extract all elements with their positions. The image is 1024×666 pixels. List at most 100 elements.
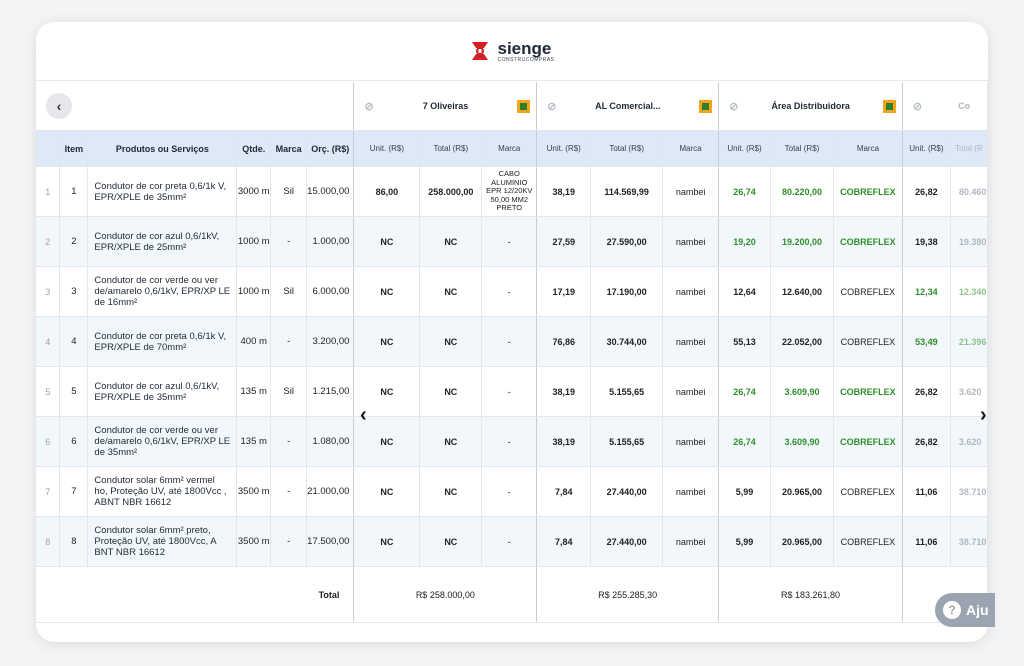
- eye-off-icon[interactable]: ⊘: [729, 100, 738, 113]
- supplier-total-price: 30.744,00: [590, 316, 664, 367]
- budget-value: 21.000,00: [306, 466, 355, 517]
- supplier-unit-price[interactable]: 38,19: [536, 366, 592, 417]
- supplier-brand: nambei: [662, 366, 720, 417]
- supplier-unit-price[interactable]: 11,06: [902, 516, 951, 567]
- supplier-total: R$ 255.285,30: [536, 566, 720, 623]
- supplier-total-price: 5.155,65: [590, 416, 664, 467]
- excel-export-icon[interactable]: [517, 99, 531, 113]
- table-row: 8 8 Condutor solar 6mm² preto, Proteção UV…: [36, 516, 988, 567]
- supplier-unit-price[interactable]: 53,49: [902, 316, 951, 367]
- totals-label: Total: [36, 566, 355, 623]
- supplier-brand: COBREFLEX: [833, 366, 903, 417]
- supplier-total-price: NC: [419, 416, 483, 467]
- col-header-supplier-marca: Marca: [833, 130, 903, 167]
- supplier-unit-price[interactable]: 7,84: [536, 516, 592, 567]
- item-number: 8: [59, 516, 89, 567]
- brand: -: [270, 316, 308, 367]
- scroll-left-arrow[interactable]: ‹: [360, 404, 367, 427]
- supplier-total-price: NC: [419, 216, 483, 267]
- col-header-unit: Unit. (R$): [353, 130, 421, 167]
- excel-export-icon[interactable]: [882, 99, 896, 113]
- supplier-unit-price[interactable]: NC: [353, 466, 421, 517]
- product-description: Condutor de cor preta 0,6/1k V, EPR/XPLE…: [87, 166, 238, 217]
- supplier-unit-price[interactable]: 76,86: [536, 316, 592, 367]
- item-number: 5: [59, 366, 89, 417]
- col-header-unit: Unit. (R$): [536, 130, 592, 167]
- supplier-unit-price[interactable]: 12,64: [718, 266, 771, 317]
- supplier-unit-price[interactable]: 11,06: [902, 466, 951, 517]
- supplier-name: Área Distribuidora: [771, 101, 850, 111]
- table-row: 4 4 Condutor de cor preta 0,6/1k V, EPR/XP…: [36, 316, 988, 367]
- supplier-unit-price[interactable]: 12,34: [902, 266, 951, 317]
- eye-off-icon[interactable]: ⊘: [547, 100, 556, 113]
- supplier-brand: COBREFLEX: [833, 316, 903, 367]
- supplier-unit-price[interactable]: 26,82: [902, 416, 951, 467]
- quantity: 3500 m: [236, 516, 272, 567]
- supplier-brand: nambei: [662, 466, 720, 517]
- supplier-unit-price[interactable]: 5,99: [718, 516, 771, 567]
- budget-value: 15.000,00: [306, 166, 355, 217]
- supplier-unit-price[interactable]: 17,19: [536, 266, 592, 317]
- item-number: 6: [59, 416, 89, 467]
- supplier-header-row: ‹ ⊘ 7 Oliveiras ⊘ AL Comercial... ⊘ Área…: [36, 82, 988, 131]
- product-description: Condutor de cor verde ou ver de/amarelo …: [87, 416, 238, 467]
- supplier-brand: COBREFLEX: [833, 416, 903, 467]
- supplier-total: R$ 183.261,80: [718, 566, 903, 623]
- supplier-total-price: 19.200,00: [770, 216, 834, 267]
- supplier-total-price: NC: [419, 266, 483, 317]
- quantity: 3000 m: [236, 166, 272, 217]
- col-header-rownum: [36, 130, 61, 167]
- supplier-unit-price[interactable]: NC: [353, 266, 421, 317]
- supplier-unit-price[interactable]: 38,19: [536, 416, 592, 467]
- help-button[interactable]: ? Aju: [935, 593, 995, 627]
- supplier-unit-price[interactable]: 38,19: [536, 166, 592, 217]
- back-button[interactable]: ‹: [46, 93, 72, 119]
- supplier-total-price: 12.340: [950, 266, 988, 317]
- col-header-unit: Unit. (R$): [718, 130, 771, 167]
- supplier-total-price: 20.965,00: [770, 466, 834, 517]
- supplier-total-price: 114.569,99: [590, 166, 664, 217]
- supplier-unit-price[interactable]: 26,74: [718, 416, 771, 467]
- eye-off-icon[interactable]: ⊘: [913, 100, 922, 113]
- col-header-produtos: Produtos ou Serviços: [87, 130, 238, 167]
- item-number: 2: [59, 216, 89, 267]
- col-header-total-partial: Total (R: [950, 130, 988, 167]
- supplier-unit-price[interactable]: 19,20: [718, 216, 771, 267]
- supplier-unit-price[interactable]: 26,74: [718, 166, 771, 217]
- row-number: 5: [36, 366, 61, 417]
- supplier-unit-price[interactable]: 5,99: [718, 466, 771, 517]
- supplier-name: Co: [958, 101, 971, 111]
- supplier-total-price: 27.440,00: [590, 516, 664, 567]
- quantity: 135 m: [236, 366, 272, 417]
- supplier-brand: CABO ALUMINIO EPR 12/20KV 50,00 MM2 PRET…: [481, 166, 538, 217]
- supplier-total-price: NC: [419, 366, 483, 417]
- table-row: 1 1 Condutor de cor preta 0,6/1k V, EPR/XP…: [36, 166, 988, 217]
- supplier-total-price: 38.710: [950, 466, 988, 517]
- supplier-unit-price[interactable]: NC: [353, 216, 421, 267]
- supplier-unit-price[interactable]: 55,13: [718, 316, 771, 367]
- supplier-name: 7 Oliveiras: [422, 101, 469, 111]
- supplier-total: R$ 258.000,00: [353, 566, 538, 623]
- excel-export-icon[interactable]: [699, 99, 713, 113]
- supplier-unit-price[interactable]: 27,59: [536, 216, 592, 267]
- column-header-row: Item Produtos ou Serviços Qtde. Marca Or…: [36, 130, 988, 167]
- supplier-total-price: 3.609,90: [770, 366, 834, 417]
- supplier-unit-price[interactable]: NC: [353, 516, 421, 567]
- supplier-unit-price[interactable]: 26,74: [718, 366, 771, 417]
- sienge-logo: sienge CONSTRUCOMPRAS: [469, 40, 554, 63]
- eye-off-icon[interactable]: ⊘: [364, 100, 373, 113]
- supplier-unit-price[interactable]: 26,82: [902, 166, 951, 217]
- brand: Sil: [270, 366, 308, 417]
- supplier-unit-price[interactable]: 19,38: [902, 216, 951, 267]
- quote-map-card: sienge CONSTRUCOMPRAS ‹ ⊘ 7 Oliveiras ⊘ …: [36, 22, 988, 642]
- product-description: Condutor solar 6mm² preto, Proteção UV, …: [87, 516, 238, 567]
- scroll-right-arrow[interactable]: ›: [980, 404, 987, 427]
- supplier-unit-price[interactable]: 26,82: [902, 366, 951, 417]
- supplier-unit-price[interactable]: 86,00: [353, 166, 421, 217]
- budget-value: 3.200,00: [306, 316, 355, 367]
- row-number: 6: [36, 416, 61, 467]
- supplier-unit-price[interactable]: 7,84: [536, 466, 592, 517]
- col-header-supplier-marca: Marca: [662, 130, 720, 167]
- budget-value: 1.080,00: [306, 416, 355, 467]
- supplier-unit-price[interactable]: NC: [353, 316, 421, 367]
